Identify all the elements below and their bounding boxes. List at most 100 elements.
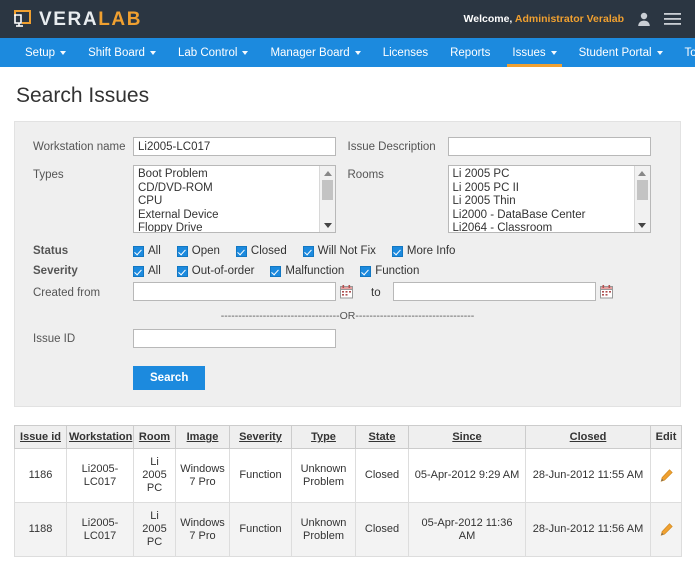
rooms-listbox[interactable]: Li 2005 PC Li 2005 PC II Li 2005 Thin Li… — [447, 165, 651, 233]
pencil-icon[interactable] — [660, 523, 673, 536]
rooms-option[interactable]: Li 2005 PC — [453, 168, 634, 182]
checkbox-checked-icon[interactable] — [360, 265, 372, 277]
types-option[interactable]: External Device — [138, 209, 319, 223]
chevron-down-icon — [60, 50, 67, 55]
status-checkbox-will-not-fix[interactable]: Will Not Fix — [302, 245, 376, 257]
severity-checkbox-out-of-order[interactable]: Out-of-order — [176, 265, 255, 277]
checkbox-checked-icon[interactable] — [391, 245, 403, 257]
rooms-option[interactable]: Li2064 - Classroom — [453, 222, 634, 232]
nav-item-reports[interactable]: Reports — [439, 38, 501, 67]
cell-type: Unknown Problem — [291, 448, 356, 503]
severity-checkbox-malfunction[interactable]: Malfunction — [270, 265, 344, 277]
rooms-option[interactable]: Li 2005 PC II — [453, 182, 634, 196]
status-checkbox-all[interactable]: All — [133, 245, 161, 257]
welcome-prefix: Welcome, — [463, 13, 513, 25]
table-row[interactable]: 1188 Li2005-LC017 Li 2005 PC Windows 7 P… — [14, 502, 682, 557]
workstation-name-input[interactable] — [133, 137, 336, 156]
checkbox-checked-icon[interactable] — [133, 265, 144, 277]
issues-results-table: Issue id Workstation Room Image Severity… — [14, 425, 682, 557]
checkbox-checked-icon[interactable] — [270, 265, 282, 277]
nav-item-tools[interactable]: Tools — [674, 38, 695, 67]
scroll-down-icon[interactable] — [320, 219, 335, 231]
main-navigation: Setup Shift Board Lab Control Manager Bo… — [0, 38, 695, 67]
nav-item-issues[interactable]: Issues — [501, 38, 567, 67]
types-option[interactable]: CPU — [138, 195, 319, 209]
chevron-down-icon — [656, 50, 663, 55]
scroll-down-icon[interactable] — [635, 219, 650, 231]
chevron-down-icon — [242, 50, 249, 55]
checkbox-label: Out-of-order — [191, 265, 255, 277]
cell-image: Windows 7 Pro — [175, 502, 230, 557]
column-header-room[interactable]: Room — [133, 425, 176, 449]
column-header-image[interactable]: Image — [175, 425, 230, 449]
search-issues-form: Workstation name Issue Description Types… — [14, 121, 681, 407]
status-checkbox-closed[interactable]: Closed — [235, 245, 287, 257]
types-option[interactable]: Boot Problem — [138, 168, 319, 182]
issue-id-input[interactable] — [133, 329, 336, 348]
types-scrollbar[interactable] — [319, 166, 335, 232]
hamburger-menu-icon[interactable] — [664, 12, 681, 26]
checkbox-checked-icon[interactable] — [176, 265, 188, 277]
app-header: VERALAB Welcome, Administrator Veralab — [0, 0, 695, 38]
chevron-down-icon — [149, 50, 156, 55]
table-row[interactable]: 1186 Li2005-LC017 Li 2005 PC Windows 7 P… — [14, 448, 682, 503]
nav-item-manager-board[interactable]: Manager Board — [259, 38, 371, 67]
pencil-icon[interactable] — [660, 469, 673, 482]
cell-since: 05-Apr-2012 9:29 AM — [408, 448, 526, 503]
welcome-username: Administrator Veralab — [514, 13, 624, 25]
column-header-issue-id[interactable]: Issue id — [14, 425, 67, 449]
checkbox-checked-icon[interactable] — [302, 245, 314, 257]
scroll-up-icon[interactable] — [635, 167, 650, 179]
nav-label: Manager Board — [270, 46, 350, 59]
status-filter-row: Status All Open Closed Will Not Fix More… — [33, 242, 662, 257]
status-checkbox-more-info[interactable]: More Info — [391, 245, 455, 257]
cell-edit[interactable] — [650, 502, 682, 557]
types-option[interactable]: Floppy Drive — [138, 222, 319, 232]
scrollbar-thumb[interactable] — [636, 180, 648, 200]
created-from-input[interactable] — [133, 282, 336, 301]
checkbox-label: All — [148, 265, 161, 277]
nav-item-student-portal[interactable]: Student Portal — [568, 38, 674, 67]
search-button[interactable]: Search — [133, 366, 206, 390]
checkbox-label: Malfunction — [285, 265, 345, 277]
nav-item-lab-control[interactable]: Lab Control — [167, 38, 259, 67]
cell-edit[interactable] — [650, 448, 682, 503]
scroll-up-icon[interactable] — [320, 167, 335, 179]
scrollbar-thumb[interactable] — [322, 180, 333, 200]
nav-item-shift-board[interactable]: Shift Board — [77, 38, 167, 67]
column-header-type[interactable]: Type — [291, 425, 356, 449]
cell-issue-id: 1188 — [14, 502, 67, 557]
nav-item-setup[interactable]: Setup — [14, 38, 77, 67]
rooms-scrollbar[interactable] — [633, 166, 650, 232]
column-label: Image — [186, 431, 219, 443]
types-listbox[interactable]: Boot Problem CD/DVD-ROM CPU External Dev… — [133, 165, 336, 233]
column-header-closed[interactable]: Closed — [525, 425, 651, 449]
nav-label: Student Portal — [578, 46, 652, 59]
checkbox-checked-icon[interactable] — [235, 245, 247, 257]
cell-issue-id: 1186 — [14, 448, 67, 503]
status-label: Status — [33, 245, 69, 257]
nav-label: Shift Board — [88, 46, 145, 59]
checkbox-checked-icon[interactable] — [133, 245, 144, 257]
cell-severity: Function — [229, 448, 292, 503]
calendar-icon[interactable] — [599, 284, 613, 299]
column-header-workstation[interactable]: Workstation — [66, 425, 134, 449]
severity-checkbox-function[interactable]: Function — [360, 265, 419, 277]
status-checkbox-open[interactable]: Open — [176, 245, 220, 257]
column-header-severity[interactable]: Severity — [229, 425, 292, 449]
column-header-state[interactable]: State — [355, 425, 409, 449]
calendar-icon[interactable] — [340, 284, 353, 299]
created-to-input[interactable] — [392, 282, 596, 301]
veralab-logo[interactable]: VERALAB — [14, 9, 142, 29]
checkbox-checked-icon[interactable] — [176, 245, 188, 257]
severity-label: Severity — [33, 265, 78, 277]
issue-description-input[interactable] — [447, 137, 651, 156]
severity-checkbox-all[interactable]: All — [133, 265, 161, 277]
rooms-option[interactable]: Li2000 - DataBase Center — [453, 209, 634, 223]
nav-item-licenses[interactable]: Licenses — [372, 38, 439, 67]
types-option[interactable]: CD/DVD-ROM — [138, 182, 319, 196]
rooms-option[interactable]: Li 2005 Thin — [453, 195, 634, 209]
user-icon[interactable] — [637, 12, 651, 27]
column-header-since[interactable]: Since — [408, 425, 526, 449]
checkbox-label: Function — [375, 265, 420, 277]
